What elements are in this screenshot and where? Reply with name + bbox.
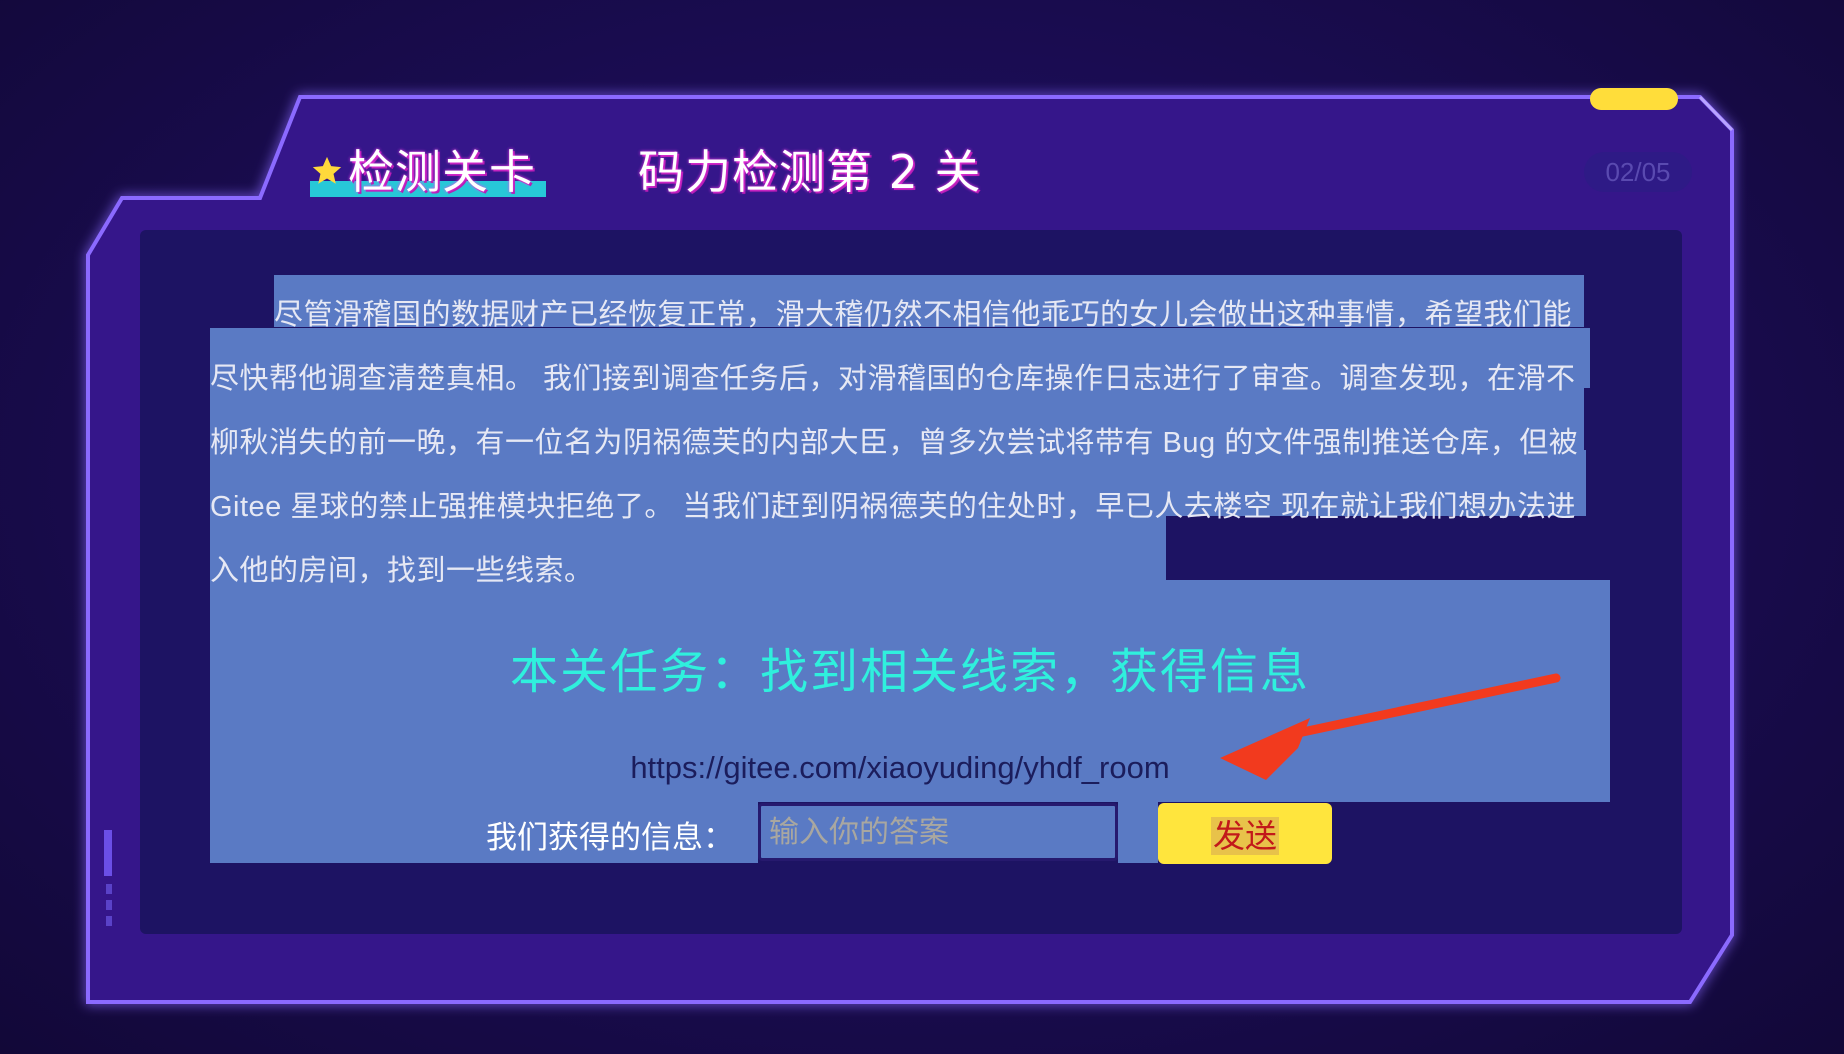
selection-highlight	[1118, 802, 1158, 863]
frame-accent-pill	[1590, 88, 1678, 110]
send-button-label: 发送	[1210, 816, 1279, 855]
answer-label: 我们获得的信息：	[486, 820, 734, 856]
story-text: 尽管滑稽国的数据财产已经恢复正常，滑大稽仍然不相信他乖巧的女儿会做出这种事情，希…	[210, 299, 1579, 587]
send-button[interactable]: 发送	[1158, 803, 1332, 864]
star-icon	[312, 156, 342, 184]
red-arrow-annotation	[1220, 673, 1561, 780]
tab-label[interactable]: 检测关卡	[348, 136, 536, 202]
level-title: 码力检测第 2 关	[638, 145, 982, 199]
repo-link[interactable]: https://gitee.com/xiaoyuding/yhdf_room	[600, 750, 1200, 786]
answer-input[interactable]	[758, 803, 1118, 861]
page-counter: 02/05	[1584, 152, 1692, 192]
